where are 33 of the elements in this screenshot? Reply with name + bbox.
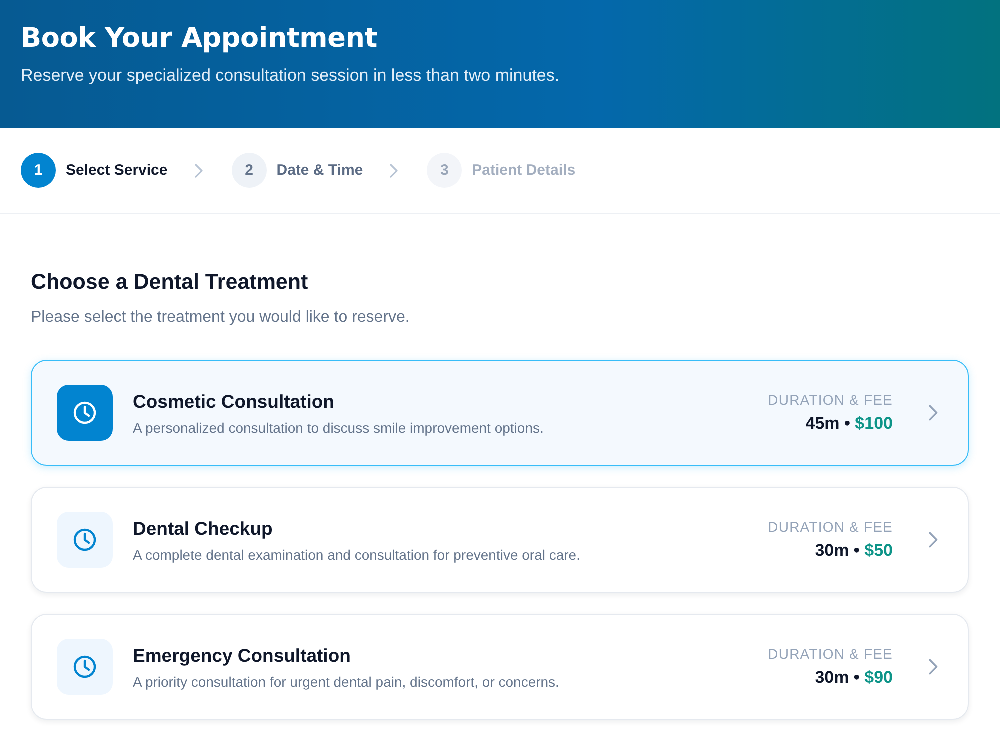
page-title: Book Your Appointment [21, 22, 378, 56]
step-label: Patient Details [472, 162, 576, 179]
service-card[interactable]: Cosmetic Consultation A personalized consultation to discuss smile improvement options. DURATION & FEE 45m • $100 [31, 360, 969, 466]
duration-fee-value: 30m • $90 [815, 667, 893, 689]
chevron-icon [390, 164, 398, 178]
service-description: A priority consultation for urgent dental pain, discomfort, or concerns. [133, 672, 560, 690]
service-title: Cosmetic Consultation [133, 390, 334, 414]
step-number: 1 [21, 153, 56, 188]
section-subtitle: Please select the treatment you would like to reserve. [31, 308, 411, 328]
clock-icon [57, 385, 113, 441]
step-number: 3 [427, 153, 462, 188]
step-label: Date & Time [276, 162, 364, 179]
service-card[interactable]: Dental Checkup A complete dental examination and consultation for preventive oral care. DURATION & FEE 30m • $50 [31, 487, 969, 593]
step-label: Select Service [66, 162, 168, 179]
service-description: A personalized consultation to discuss smile improvement options. [133, 418, 544, 436]
step-number: 2 [232, 153, 267, 188]
duration-fee-value: 30m • $50 [815, 540, 893, 562]
service-title: Emergency Consultation [133, 644, 351, 668]
clock-icon [57, 512, 113, 568]
chevron-icon [194, 164, 203, 178]
service-title: Dental Checkup [133, 516, 273, 540]
chevron-icon [929, 532, 938, 548]
service-description: A complete dental examination and consultation for preventive oral care. [133, 546, 580, 564]
clock-icon [57, 639, 113, 695]
duration-fee-label: DURATION & FEE [768, 645, 893, 663]
duration-fee-label: DURATION & FEE [768, 391, 893, 409]
chevron-icon [929, 405, 938, 421]
page-subtitle: Reserve your specialized consultation session in less than two minutes. [21, 65, 561, 87]
service-card[interactable]: Emergency Consultation A priority consultation for urgent dental pain, discomfort, or concerns. DURATION & FEE 30m • $90 [31, 614, 969, 720]
section-title: Choose a Dental Treatment [31, 269, 310, 296]
chevron-icon [929, 659, 938, 675]
duration-fee-value: 45m • $100 [806, 413, 893, 435]
duration-fee-label: DURATION & FEE [768, 518, 893, 536]
